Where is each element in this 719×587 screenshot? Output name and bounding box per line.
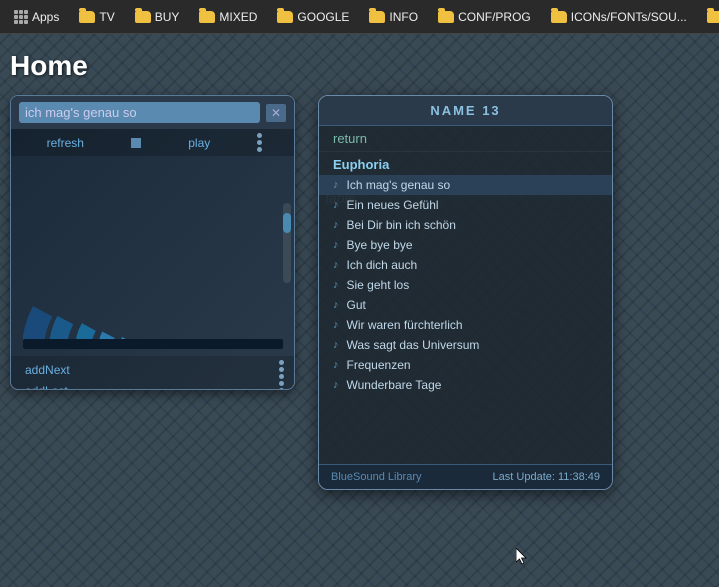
left-widget-header: ✕ (11, 96, 294, 129)
folder-icon-info (369, 11, 385, 23)
track-title: Ein neues Gefühl (347, 198, 439, 212)
track-title: Ich dich auch (347, 258, 418, 272)
add-controls: addNext addLast (11, 356, 294, 390)
right-widget: NAME 13 return Euphoria ♪ Ich mag's genau… (318, 95, 613, 490)
taskbar-label-google: GOOGLE (297, 10, 349, 24)
track-title: Sie geht los (347, 278, 410, 292)
track-row[interactable]: ♪ Wunderbare Tage (319, 375, 612, 395)
library-label: BlueSound Library (331, 471, 422, 483)
addlast-button[interactable]: addLast (21, 382, 72, 391)
track-title: Wunderbare Tage (347, 378, 442, 392)
track-row[interactable]: ♪ Bei Dir bin ich schön (319, 215, 612, 235)
update-label: Last Update: (493, 471, 558, 483)
music-note-icon: ♪ (333, 219, 339, 231)
track-row[interactable]: ♪ Sie geht los (319, 275, 612, 295)
taskbar-item-icons[interactable]: ICONs/FONTs/SOU... (543, 8, 695, 26)
page-title: Home (10, 50, 88, 82)
taskbar-label-info: INFO (389, 10, 418, 24)
grid-icon (14, 10, 28, 24)
track-row[interactable]: ♪ Ich dich auch (319, 255, 612, 275)
play-button[interactable]: play (184, 134, 214, 152)
taskbar-item-google[interactable]: GOOGLE (269, 8, 357, 26)
music-note-icon: ♪ (333, 359, 339, 371)
folder-icon-google (277, 11, 293, 23)
music-note-icon: ♪ (333, 299, 339, 311)
track-list: ♪ Ich mag's genau so ♪ Ein neues Gefühl ♪ Bei… (319, 175, 612, 395)
clear-button[interactable]: ✕ (266, 104, 286, 122)
widget-footer: BlueSound Library Last Update: 11:38:49 (319, 464, 612, 489)
controls-row: refresh play (11, 129, 294, 156)
music-note-icon: ♪ (333, 179, 339, 191)
addnext-dots[interactable] (279, 360, 284, 379)
refresh-button[interactable]: refresh (43, 134, 88, 152)
stop-button[interactable] (131, 138, 141, 148)
track-row[interactable]: ♪ Frequenzen (319, 355, 612, 375)
track-title: Bei Dir bin ich schön (347, 218, 456, 232)
return-button[interactable]: return (319, 126, 612, 152)
addnext-button[interactable]: addNext (21, 361, 74, 379)
track-title: Wir waren fürchterlich (347, 318, 463, 332)
track-title: Frequenzen (347, 358, 411, 372)
scrollbar-thumb (283, 213, 291, 233)
taskbar: Apps TV BUY MIXED GOOGLE INFO CONF/PROG … (0, 0, 719, 34)
track-row[interactable]: ♪ Was sagt das Universum (319, 335, 612, 355)
music-note-icon: ♪ (333, 239, 339, 251)
music-note-icon: ♪ (333, 339, 339, 351)
track-title: Was sagt das Universum (347, 338, 480, 352)
taskbar-label-buy: BUY (155, 10, 180, 24)
taskbar-item-buy[interactable]: BUY (127, 8, 188, 26)
track-title: Bye bye bye (347, 238, 413, 252)
right-widget-header: NAME 13 (319, 96, 612, 126)
folder-icon-tv (79, 11, 95, 23)
music-note-icon: ♪ (333, 199, 339, 211)
track-title: Gut (347, 298, 366, 312)
addlast-dots[interactable] (279, 381, 284, 390)
taskbar-item-apps[interactable]: Apps (6, 8, 67, 26)
left-widget: ✕ refresh play addNext (10, 95, 295, 390)
taskbar-label-apps: Apps (32, 10, 59, 24)
music-note-icon: ♪ (333, 279, 339, 291)
track-row[interactable]: ♪ Gut (319, 295, 612, 315)
folder-icon-3d (707, 11, 719, 23)
artist-name: Euphoria (319, 152, 612, 175)
music-note-icon: ♪ (333, 379, 339, 391)
music-note-icon: ♪ (333, 259, 339, 271)
track-row[interactable]: ♪ Bye bye bye (319, 235, 612, 255)
arch-visual (11, 156, 294, 356)
folder-icon-mixed (199, 11, 215, 23)
taskbar-item-tv[interactable]: TV (71, 8, 122, 26)
music-note-icon: ♪ (333, 319, 339, 331)
update-time: 11:38:49 (558, 471, 600, 483)
taskbar-item-3d[interactable]: 3D (699, 8, 719, 26)
search-input[interactable] (19, 102, 260, 123)
taskbar-item-confprog[interactable]: CONF/PROG (430, 8, 539, 26)
more-dots[interactable] (257, 133, 262, 152)
taskbar-label-mixed: MIXED (219, 10, 257, 24)
folder-icon-icons (551, 11, 567, 23)
track-row[interactable]: ♪ Ein neues Gefühl (319, 195, 612, 215)
taskbar-item-info[interactable]: INFO (361, 8, 426, 26)
taskbar-item-mixed[interactable]: MIXED (191, 8, 265, 26)
taskbar-label-confprog: CONF/PROG (458, 10, 531, 24)
folder-icon-buy (135, 11, 151, 23)
folder-icon-confprog (438, 11, 454, 23)
last-update: Last Update: 11:38:49 (493, 471, 600, 483)
arch-svg (23, 164, 283, 349)
track-row[interactable]: ♪ Ich mag's genau so (319, 175, 612, 195)
scrollbar[interactable] (283, 203, 291, 283)
track-title: Ich mag's genau so (347, 178, 451, 192)
track-row[interactable]: ♪ Wir waren fürchterlich (319, 315, 612, 335)
taskbar-label-tv: TV (99, 10, 114, 24)
taskbar-label-icons: ICONs/FONTs/SOU... (571, 10, 687, 24)
mouse-cursor (516, 548, 528, 566)
